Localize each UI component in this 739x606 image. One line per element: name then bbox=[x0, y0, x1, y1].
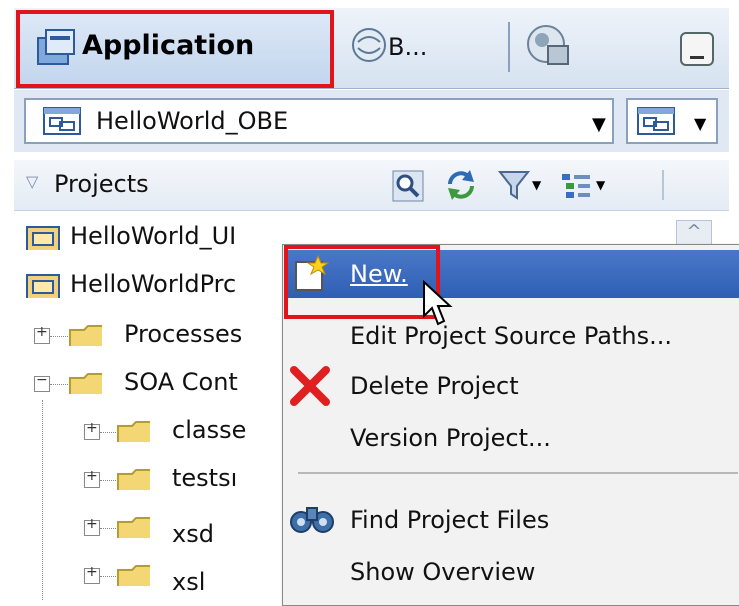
application-icon bbox=[37, 29, 75, 65]
folder-icon bbox=[117, 421, 150, 442]
menu-item-edit-project-source-paths[interactable]: Edit Project Source Paths... bbox=[350, 322, 672, 350]
tab-b-icon bbox=[352, 28, 386, 62]
collapse-icon[interactable]: − bbox=[34, 372, 50, 392]
project-folder-icon bbox=[26, 226, 60, 250]
component-palette-icon[interactable] bbox=[524, 22, 574, 70]
toolbar-divider bbox=[662, 170, 664, 200]
menu-item-find-project-files[interactable]: Find Project Files bbox=[350, 506, 549, 534]
collapse-triangle-icon[interactable]: ▽ bbox=[26, 172, 38, 191]
tree-item-testsuites[interactable]: testsı bbox=[172, 464, 280, 492]
folder-icon bbox=[69, 325, 102, 346]
tab-b-label[interactable]: B... bbox=[388, 33, 427, 61]
workspace-icon bbox=[43, 107, 81, 135]
menu-item-show-overview[interactable]: Show Overview bbox=[350, 558, 535, 586]
tree-connector bbox=[42, 400, 43, 600]
working-sets-icon[interactable] bbox=[560, 170, 592, 202]
chevron-down-icon[interactable]: ▼ bbox=[694, 114, 706, 133]
projects-header-label: Projects bbox=[54, 170, 149, 198]
expand-icon[interactable]: + bbox=[84, 516, 100, 536]
delete-icon bbox=[290, 366, 330, 406]
tree-item-classes[interactable]: classe bbox=[172, 416, 280, 444]
application-dropdown-value: HelloWorld_OBE bbox=[96, 107, 289, 135]
expand-icon[interactable]: + bbox=[84, 564, 100, 584]
tree-item-soa-content[interactable]: SOA Cont bbox=[124, 368, 280, 396]
tree-item-xsl[interactable]: xsl bbox=[172, 568, 205, 596]
search-icon[interactable] bbox=[392, 170, 424, 202]
filter-icon[interactable] bbox=[498, 168, 530, 202]
menu-separator bbox=[298, 472, 738, 474]
expand-icon[interactable]: + bbox=[84, 468, 100, 488]
tree-item-helloworld-process[interactable]: HelloWorldPrc bbox=[70, 270, 280, 298]
binoculars-icon bbox=[290, 507, 334, 533]
tab-separator bbox=[508, 22, 510, 72]
folder-icon bbox=[117, 517, 150, 538]
folder-icon bbox=[69, 373, 102, 394]
minimize-button[interactable] bbox=[680, 32, 714, 66]
expand-icon[interactable]: + bbox=[34, 324, 50, 344]
chevron-down-icon[interactable]: ▼ bbox=[596, 178, 605, 192]
tree-connector bbox=[50, 384, 70, 385]
folder-icon bbox=[117, 565, 150, 586]
folder-icon bbox=[117, 469, 150, 490]
tree-item-helloworld-ui[interactable]: HelloWorld_UI bbox=[70, 222, 236, 250]
application-menu-icon bbox=[637, 107, 675, 135]
sync-icon[interactable] bbox=[444, 168, 478, 202]
chevron-down-icon[interactable]: ▼ bbox=[532, 178, 541, 192]
tree-item-xsd[interactable]: xsd bbox=[172, 520, 214, 548]
menu-item-delete-project[interactable]: Delete Project bbox=[350, 372, 519, 400]
tree-connector bbox=[50, 336, 70, 337]
project-folder-icon bbox=[26, 274, 60, 298]
menu-item-version-project[interactable]: Version Project... bbox=[350, 424, 551, 452]
chevron-down-icon[interactable]: ▼ bbox=[592, 114, 606, 135]
tree-item-processes[interactable]: Processes bbox=[124, 320, 280, 348]
expand-icon[interactable]: + bbox=[84, 420, 100, 440]
highlight-box-new bbox=[284, 245, 440, 319]
tab-application-label: Application bbox=[82, 30, 255, 61]
